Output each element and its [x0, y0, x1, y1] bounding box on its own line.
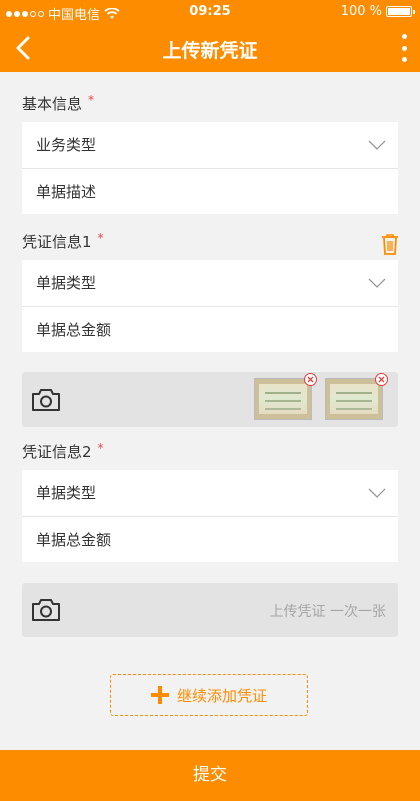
voucher2-text: 凭证信息2 — [22, 443, 92, 461]
voucher1-photo-bar — [22, 372, 398, 427]
voucher1-text: 凭证信息1 — [22, 233, 92, 251]
chevron-down-icon — [368, 140, 386, 150]
voucher2-total-amount-label: 单据总金额 — [36, 531, 112, 549]
trash-icon[interactable] — [380, 233, 400, 255]
voucher1-total-amount-field[interactable]: 单据总金额 — [22, 306, 398, 352]
voucher2-photo-bar[interactable]: 上传凭证 一次一张 — [22, 583, 398, 637]
status-right: 100 % — [340, 4, 415, 19]
nav-bar: 上传新凭证 — [0, 24, 420, 72]
remove-photo-icon[interactable] — [375, 373, 388, 386]
submit-button[interactable]: 提交 — [0, 750, 420, 801]
chevron-down-icon — [368, 488, 386, 498]
plus-icon — [150, 686, 169, 704]
voucher2-doc-type-select[interactable]: 单据类型 — [22, 470, 398, 516]
required-mark: * — [97, 441, 104, 455]
voucher1-card: 单据类型 单据总金额 — [22, 260, 398, 352]
chevron-down-icon — [368, 278, 386, 288]
voucher-thumbnail[interactable] — [254, 373, 317, 420]
voucher-thumbnail[interactable] — [325, 373, 388, 420]
voucher2-card: 单据类型 单据总金额 — [22, 470, 398, 562]
voucher1-doc-type-select[interactable]: 单据类型 — [22, 260, 398, 306]
remove-photo-icon[interactable] — [304, 373, 317, 386]
add-voucher-button[interactable]: 继续添加凭证 — [110, 674, 308, 716]
more-vertical-icon[interactable] — [400, 34, 408, 62]
status-bar: 中国电信 09:25 100 % — [0, 0, 420, 24]
required-mark: * — [88, 93, 95, 107]
basic-info-label: 基本信息 * — [22, 93, 94, 114]
doc-description-field[interactable]: 单据描述 — [22, 168, 398, 214]
doc-description-label: 单据描述 — [36, 183, 97, 201]
voucher2-label: 凭证信息2 * — [22, 441, 104, 462]
business-type-label: 业务类型 — [36, 136, 97, 154]
upload-hint: 上传凭证 一次一张 — [269, 604, 386, 620]
basic-info-text: 基本信息 — [22, 95, 83, 113]
voucher2-doc-type-label: 单据类型 — [36, 484, 97, 502]
voucher1-doc-type-label: 单据类型 — [36, 274, 97, 292]
voucher1-total-amount-label: 单据总金额 — [36, 321, 112, 339]
voucher2-total-amount-field[interactable]: 单据总金额 — [22, 516, 398, 562]
battery-icon — [386, 6, 415, 17]
basic-info-card: 业务类型 单据描述 — [22, 122, 398, 214]
page-title: 上传新凭证 — [162, 40, 258, 62]
required-mark: * — [97, 231, 104, 245]
add-voucher-label: 继续添加凭证 — [176, 686, 267, 705]
battery-percent: 100 % — [340, 4, 382, 19]
voucher1-label: 凭证信息1 * — [22, 231, 104, 252]
camera-icon[interactable] — [30, 387, 62, 413]
camera-icon[interactable] — [30, 597, 62, 623]
business-type-select[interactable]: 业务类型 — [22, 122, 398, 168]
